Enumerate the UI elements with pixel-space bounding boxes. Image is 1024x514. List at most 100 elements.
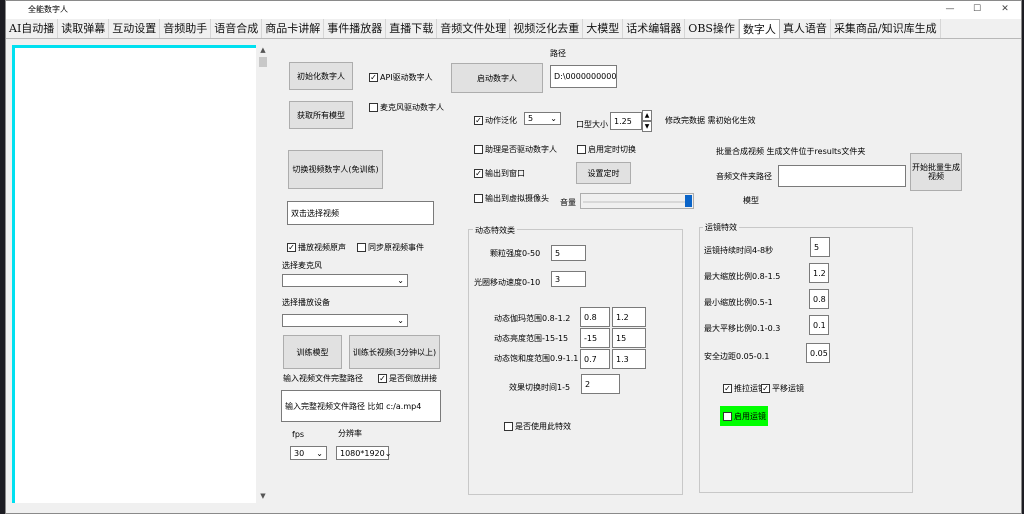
- gamma-max-field[interactable]: 1.2: [612, 307, 646, 327]
- timer-switch-checkbox[interactable]: 启用定时切换: [577, 144, 636, 155]
- mic-select-label: 选择麦克风: [282, 261, 322, 270]
- brightness-max-field[interactable]: 15: [612, 328, 646, 348]
- vertical-scrollbar[interactable]: ▲ ▼: [257, 45, 269, 503]
- chevron-down-icon: ⌄: [316, 448, 323, 458]
- model-label: 模型: [743, 196, 759, 205]
- device-select-combo[interactable]: ⌄: [282, 314, 408, 327]
- switch-time-field[interactable]: 2: [581, 374, 620, 394]
- halo-label: 光圈移动速度0-10: [474, 278, 541, 287]
- spin-down-icon[interactable]: ▼: [642, 121, 652, 132]
- chevron-down-icon: ⌄: [397, 316, 404, 325]
- gamma-min-field[interactable]: 0.8: [580, 307, 610, 327]
- title-bar: 全能数字人 — ☐ ✕: [6, 1, 1021, 19]
- tab-video-dedup[interactable]: 视频泛化去重: [510, 19, 584, 38]
- maximize-icon[interactable]: ☐: [970, 3, 984, 15]
- checkbox-icon: [504, 422, 513, 431]
- tab-product-card[interactable]: 商品卡讲解: [262, 19, 325, 38]
- start-digital-human-button[interactable]: 启动数字人: [451, 63, 543, 93]
- motion-level-combo[interactable]: 5 ⌄: [524, 112, 561, 125]
- tab-digital-human[interactable]: 数字人: [738, 19, 780, 38]
- checkbox-icon: ✓: [723, 384, 732, 393]
- zoom-min-label: 最小缩放比例0.5-1: [704, 298, 773, 307]
- tab-interaction[interactable]: 互动设置: [109, 19, 161, 38]
- push-pull-checkbox[interactable]: ✓ 推拉运镜: [723, 383, 766, 394]
- train-model-button[interactable]: 训练模型: [283, 335, 342, 369]
- motion-generalize-checkbox[interactable]: ✓ 动作泛化: [474, 115, 517, 126]
- duration-field[interactable]: 5: [810, 237, 830, 257]
- modify-note: 修改完数据 需初始化生效: [665, 116, 756, 125]
- get-all-models-button[interactable]: 获取所有模型: [289, 101, 353, 129]
- output-window-checkbox[interactable]: ✓ 输出到窗口: [474, 168, 525, 179]
- pan-ratio-field[interactable]: 0.1: [809, 315, 829, 335]
- path-label: 路径: [550, 49, 566, 58]
- tab-audio-processing[interactable]: 音频文件处理: [437, 19, 511, 38]
- checkbox-icon: ✓: [287, 243, 296, 252]
- checkbox-icon: ✓: [369, 73, 378, 82]
- mic-drive-checkbox[interactable]: 麦克风驱动数字人: [369, 102, 444, 113]
- resolution-combo[interactable]: 1080*1920 ⌄: [336, 446, 391, 460]
- virtual-camera-checkbox[interactable]: 输出到虚拟摄像头: [474, 193, 549, 204]
- tab-script-editor[interactable]: 话术编辑器: [623, 19, 686, 38]
- switch-video-human-button[interactable]: 切换视频数字人(免训练): [288, 150, 383, 189]
- zoom-min-field[interactable]: 0.8: [809, 289, 829, 309]
- checkbox-icon: ✓: [378, 374, 387, 383]
- tab-ai-autoplay[interactable]: AI自动播: [6, 19, 59, 38]
- safe-margin-label: 安全边距0.05-0.1: [704, 352, 770, 361]
- init-digital-human-button[interactable]: 初始化数字人: [289, 62, 353, 90]
- volume-thumb[interactable]: [685, 195, 692, 207]
- minimize-icon[interactable]: —: [943, 3, 957, 15]
- halo-field[interactable]: 3: [551, 271, 586, 287]
- api-drive-checkbox[interactable]: ✓ API驱动数字人: [369, 72, 433, 83]
- gamma-label: 动态伽玛范围0.8-1.2: [494, 314, 571, 323]
- helper-drive-checkbox[interactable]: 助理是否驱动数字人: [474, 144, 557, 155]
- sync-event-checkbox[interactable]: 同步原视频事件: [357, 242, 424, 253]
- effects-group-title: 动态特效类: [473, 225, 517, 236]
- volume-slider[interactable]: [580, 193, 694, 209]
- tab-llm[interactable]: 大模型: [583, 19, 624, 38]
- enable-mirror-checkbox[interactable]: 启用运镜: [720, 406, 768, 426]
- spin-up-icon[interactable]: ▲: [642, 110, 652, 121]
- tab-tts[interactable]: 语音合成: [211, 19, 263, 38]
- audio-folder-label: 音频文件夹路径: [716, 172, 772, 181]
- train-long-video-button[interactable]: 训练长视频(3分钟以上): [349, 335, 440, 369]
- play-original-audio-checkbox[interactable]: ✓ 播放视频原声: [287, 242, 346, 253]
- fps-combo[interactable]: 30 ⌄: [290, 446, 327, 460]
- mirror-group-title: 运镜特效: [703, 222, 739, 233]
- close-icon[interactable]: ✕: [998, 3, 1012, 15]
- main-window: 全能数字人 — ☐ ✕ AI自动播 读取弹幕 互动设置 音频助手 语音合成 商品卡讲解 事件…: [5, 0, 1022, 514]
- scroll-down-icon[interactable]: ▼: [257, 491, 269, 501]
- scroll-thumb[interactable]: [259, 57, 267, 67]
- safe-margin-field[interactable]: 0.05: [806, 343, 830, 363]
- saturation-label: 动态饱和度范围0.9-1.1: [494, 354, 579, 363]
- tab-obs[interactable]: OBS操作: [685, 19, 739, 38]
- zoom-max-field[interactable]: 1.2: [809, 263, 829, 283]
- video-select-field[interactable]: 双击选择视频: [287, 201, 434, 225]
- audio-folder-field[interactable]: [778, 165, 906, 187]
- tab-event-player[interactable]: 事件播放器: [324, 19, 387, 38]
- device-select-label: 选择播放设备: [282, 298, 330, 307]
- mic-select-combo[interactable]: ⌄: [282, 274, 408, 287]
- path-field[interactable]: D:\000000000000\: [550, 65, 617, 88]
- mouth-size-field[interactable]: 1.25: [610, 112, 642, 130]
- video-path-input[interactable]: 输入完整视频文件路径 比如 c:/a.mp4: [281, 390, 441, 422]
- scroll-up-icon[interactable]: ▲: [257, 45, 269, 55]
- saturation-max-field[interactable]: 1.3: [612, 349, 646, 369]
- tab-read-danmaku[interactable]: 读取弹幕: [58, 19, 110, 38]
- use-effect-checkbox[interactable]: 是否使用此特效: [504, 421, 571, 432]
- brightness-min-field[interactable]: -15: [580, 328, 610, 348]
- batch-generate-button[interactable]: 开始批量生成视频: [910, 153, 962, 191]
- tab-audio-assistant[interactable]: 音频助手: [160, 19, 212, 38]
- particle-field[interactable]: 5: [551, 245, 586, 261]
- set-timer-button[interactable]: 设置定时: [576, 162, 631, 184]
- checkbox-icon: [474, 194, 483, 203]
- reverse-splice-checkbox[interactable]: ✓ 是否倒放拼接: [378, 373, 437, 384]
- checkbox-icon: [369, 103, 378, 112]
- tab-collect-products[interactable]: 采集商品/知识库生成: [831, 19, 941, 38]
- volume-label: 音量: [560, 198, 576, 207]
- tab-live-download[interactable]: 直播下载: [386, 19, 438, 38]
- saturation-min-field[interactable]: 0.7: [580, 349, 610, 369]
- pan-mirror-checkbox[interactable]: ✓ 平移运镜: [761, 383, 804, 394]
- tab-real-voice[interactable]: 真人语音: [780, 19, 831, 38]
- checkbox-icon: ✓: [761, 384, 770, 393]
- fps-label: fps: [292, 430, 305, 439]
